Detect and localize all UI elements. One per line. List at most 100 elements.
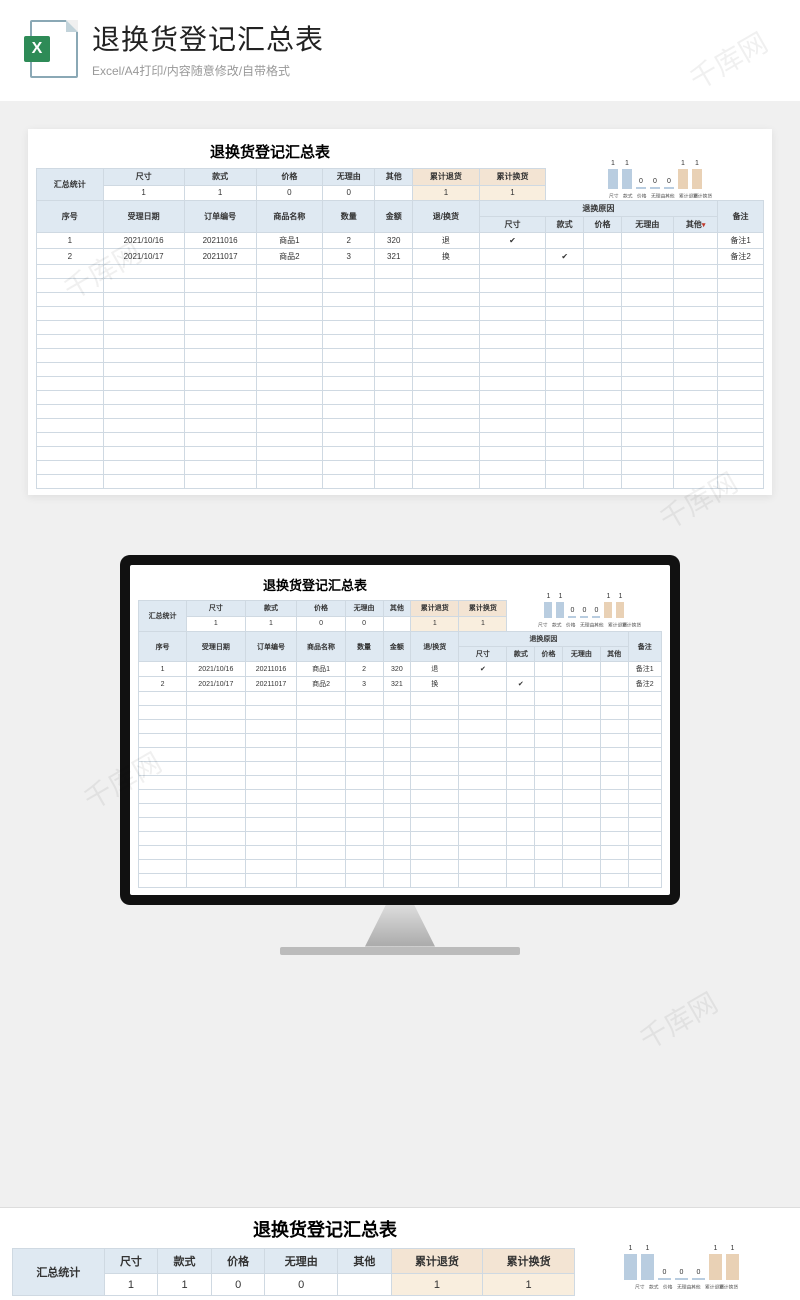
cell-name[interactable]: 商品2 [297,677,345,692]
cell-no[interactable]: 2 [37,248,104,264]
cell-qty[interactable]: 3 [323,248,375,264]
cell-amt[interactable]: 320 [375,232,413,248]
cell-qty[interactable]: 2 [323,232,375,248]
empty-row[interactable] [37,446,764,460]
empty-row[interactable] [139,720,662,734]
cell-no[interactable]: 1 [37,232,104,248]
empty-row[interactable] [139,804,662,818]
cell-order[interactable]: 20211017 [245,677,297,692]
cell-style[interactable]: ✔ [507,677,535,692]
cell-size[interactable]: ✔ [459,662,507,677]
cell-size[interactable] [459,677,507,692]
cell-price[interactable] [535,662,563,677]
empty-row[interactable] [37,390,764,404]
cell-name[interactable]: 商品1 [256,232,323,248]
cell-order[interactable]: 20211016 [184,232,256,248]
sum-v-noreason[interactable]: 0 [323,185,375,200]
empty-row[interactable] [37,362,764,376]
cell-type[interactable]: 退 [413,232,480,248]
cell-name[interactable]: 商品2 [256,248,323,264]
cell-other[interactable] [674,232,718,248]
empty-row[interactable] [139,692,662,706]
cell-amt[interactable]: 320 [383,662,411,677]
empty-row[interactable] [139,832,662,846]
cell-no[interactable]: 2 [139,677,187,692]
sum-v-price[interactable]: 0 [256,185,323,200]
empty-row[interactable] [37,376,764,390]
table-row[interactable]: 22021/10/1720211017商品23321换 ✔ 备注2 [37,248,764,264]
cell-date[interactable]: 2021/10/17 [187,677,245,692]
empty-row[interactable] [37,320,764,334]
empty-row[interactable] [139,874,662,888]
m-c2: 订单编号 [245,632,297,662]
empty-row[interactable] [37,418,764,432]
table-row[interactable]: 22021/10/1720211017商品23321换 ✔ 备注2 [139,677,662,692]
cell-other[interactable] [600,677,628,692]
cell-order[interactable]: 20211017 [184,248,256,264]
spreadsheet[interactable]: 汇总统计 尺寸 款式 价格 无理由 其他 累计退货 累计换货 1100011尺寸… [36,168,764,489]
m-sv2: 0 [297,616,345,631]
empty-row[interactable] [139,706,662,720]
empty-row[interactable] [37,264,764,278]
empty-row[interactable] [139,860,662,874]
cell-style[interactable]: ✔ [546,248,584,264]
cell-noreason[interactable] [562,662,600,677]
cell-other[interactable] [600,662,628,677]
sheet-title-monitor: 退换货登记汇总表 [138,575,492,594]
empty-row[interactable] [139,846,662,860]
empty-row[interactable] [37,278,764,292]
cell-name[interactable]: 商品1 [297,662,345,677]
cell-date[interactable]: 2021/10/16 [187,662,245,677]
empty-row[interactable] [37,334,764,348]
cell-order[interactable]: 20211016 [245,662,297,677]
empty-row[interactable] [139,734,662,748]
sum-h-other: 其他 [375,169,413,186]
cell-note[interactable]: 备注2 [718,248,764,264]
cell-note[interactable]: 备注1 [718,232,764,248]
cell-noreason[interactable] [621,232,673,248]
cell-price[interactable] [584,248,622,264]
cell-other[interactable] [674,248,718,264]
empty-row[interactable] [139,790,662,804]
cell-size[interactable] [479,248,546,264]
empty-row[interactable] [37,432,764,446]
cell-note[interactable]: 备注1 [628,662,661,677]
cell-noreason[interactable] [621,248,673,264]
table-row[interactable]: 12021/10/1620211016商品12320退✔ 备注1 [139,662,662,677]
cell-amt[interactable]: 321 [375,248,413,264]
sum-v-size[interactable]: 1 [103,185,184,200]
cell-no[interactable]: 1 [139,662,187,677]
empty-row[interactable] [37,292,764,306]
cell-qty[interactable]: 3 [345,677,383,692]
sum-v-style[interactable]: 1 [184,185,256,200]
empty-row[interactable] [139,762,662,776]
empty-row[interactable] [139,748,662,762]
sum-v-exchange[interactable]: 1 [479,185,546,200]
cell-style[interactable] [507,662,535,677]
dropdown-icon[interactable]: ▾ [702,222,706,229]
cell-type[interactable]: 退 [411,662,459,677]
cell-amt[interactable]: 321 [383,677,411,692]
sum-v-return[interactable]: 1 [413,185,480,200]
cell-noreason[interactable] [562,677,600,692]
cell-price[interactable] [584,232,622,248]
table-row[interactable]: 12021/10/1620211016商品12320退✔ 备注1 [37,232,764,248]
cell-date[interactable]: 2021/10/17 [103,248,184,264]
cell-note[interactable]: 备注2 [628,677,661,692]
sum-h-exchange: 累计换货 [479,169,546,186]
cell-type[interactable]: 换 [411,677,459,692]
empty-row[interactable] [37,404,764,418]
cell-date[interactable]: 2021/10/16 [103,232,184,248]
cell-style[interactable] [546,232,584,248]
empty-row[interactable] [37,460,764,474]
empty-row[interactable] [37,474,764,488]
empty-row[interactable] [37,306,764,320]
cell-qty[interactable]: 2 [345,662,383,677]
empty-row[interactable] [37,348,764,362]
cell-type[interactable]: 换 [413,248,480,264]
empty-row[interactable] [139,776,662,790]
cell-size[interactable]: ✔ [479,232,546,248]
sum-v-other[interactable] [375,185,413,200]
empty-row[interactable] [139,818,662,832]
cell-price[interactable] [535,677,563,692]
